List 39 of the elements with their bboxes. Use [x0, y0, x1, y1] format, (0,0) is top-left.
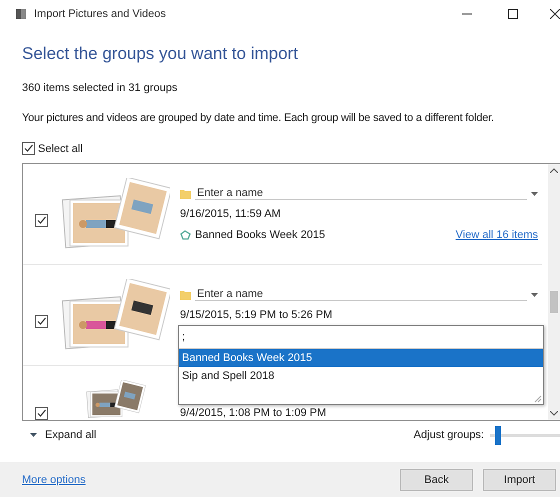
slider-label: Adjust groups: — [414, 429, 484, 441]
tag-icon — [180, 230, 191, 240]
dropdown-option[interactable]: Banned Books Week 2015 — [179, 349, 543, 367]
window-title: Import Pictures and Videos — [34, 8, 166, 20]
group-date: 9/15/2015, 5:19 PM to 5:26 PM — [180, 308, 334, 323]
resize-grip-icon — [534, 395, 542, 403]
caret-icon — [30, 433, 37, 437]
description: Your pictures and videos are grouped by date and time. Each group will be saved to a different folder. — [22, 112, 495, 124]
selection-summary: 360 items selected in 31 groups — [22, 82, 178, 94]
dialog-button[interactable]: Import — [483, 468, 556, 490]
more-options-link[interactable]: More options — [22, 474, 86, 486]
heading: Select the groups you want to import — [22, 44, 299, 64]
maximize-icon — [508, 9, 518, 19]
name-field[interactable]: Enter a name — [180, 183, 542, 204]
dialog-button[interactable]: Back — [400, 468, 473, 490]
slider-thumb[interactable] — [495, 426, 502, 444]
folder-icon — [180, 188, 191, 199]
dropdown-arrow-icon — [531, 292, 538, 296]
checkbox[interactable] — [35, 315, 48, 328]
group-date: 9/4/2015, 1:08 PM to 1:09 PM — [180, 406, 328, 420]
folder-icon — [180, 289, 191, 300]
scrollbar[interactable] — [548, 164, 560, 420]
dropdown-option[interactable]: Sip and Spell 2018 — [179, 367, 543, 385]
tag-input[interactable]: ; — [179, 326, 543, 348]
close-icon — [550, 9, 560, 19]
scroll-up-icon — [550, 168, 558, 173]
group-tag: Banned Books Week 2015 — [195, 228, 452, 240]
checkbox[interactable] — [35, 214, 48, 227]
expand-all-button[interactable]: Expand all — [26, 427, 100, 443]
view-all-link[interactable]: View all 16 items — [456, 228, 538, 240]
app-icon — [15, 8, 27, 20]
checkbox[interactable] — [22, 142, 35, 155]
scroll-down-icon — [550, 411, 558, 416]
group-date: 9/16/2015, 11:59 AM — [180, 207, 282, 222]
checkbox-label: Select all — [38, 142, 83, 154]
name-field[interactable]: Enter a name — [180, 284, 542, 305]
checkbox[interactable] — [35, 407, 48, 420]
scroll-thumb[interactable] — [550, 291, 558, 313]
dropdown-arrow-icon — [531, 192, 538, 196]
